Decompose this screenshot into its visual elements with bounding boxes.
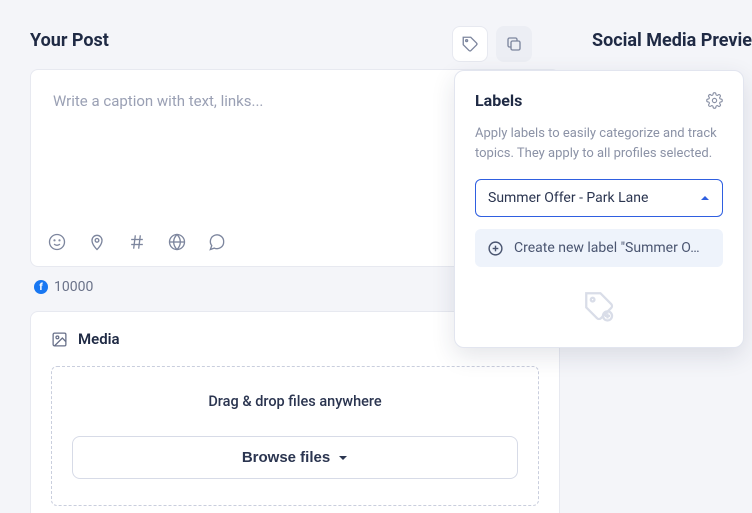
caption-toolbar [47,232,227,252]
media-label: Media [78,330,120,348]
media-dropzone[interactable]: Drag & drop files anywhere Browse files [51,366,539,506]
comment-icon[interactable] [207,232,227,252]
gear-icon[interactable] [706,92,723,109]
labels-description: Apply labels to easily categorize and tr… [475,124,723,163]
hashtag-icon[interactable] [127,232,147,252]
caret-down-icon [338,453,348,463]
char-count: f 10000 [34,279,93,295]
copy-button[interactable] [496,26,532,62]
tag-button[interactable] [452,26,488,62]
drop-text: Drag & drop files anywhere [72,393,518,410]
label-select-input[interactable]: Summer Offer - Park Lane [475,179,723,217]
caret-up-icon [700,193,710,203]
create-label-text: Create new label "Summer O… [514,240,700,256]
plus-circle-icon [487,240,504,257]
label-input-value: Summer Offer - Park Lane [488,190,648,206]
browse-label: Browse files [242,449,330,466]
top-icon-row [452,26,532,62]
globe-icon[interactable] [167,232,187,252]
emoji-icon[interactable] [47,232,67,252]
preview-title: Social Media Preview [592,0,752,51]
image-icon [51,331,68,348]
labels-footer-icon [475,289,723,323]
location-icon[interactable] [87,232,107,252]
labels-title: Labels [475,91,522,110]
browse-files-button[interactable]: Browse files [72,436,518,479]
char-count-value: 10000 [54,279,93,295]
preview-column: Social Media Preview a [592,0,752,51]
create-label-option[interactable]: Create new label "Summer O… [475,229,723,267]
labels-popover: Labels Apply labels to easily categorize… [454,70,744,348]
facebook-icon: f [34,280,48,294]
